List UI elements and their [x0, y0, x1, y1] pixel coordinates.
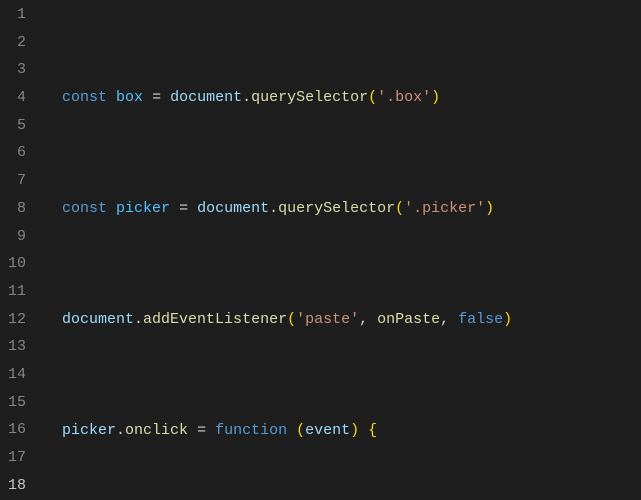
code-line[interactable]: const picker = document.querySelector('.…	[44, 195, 641, 223]
string-literal: '.box'	[377, 89, 431, 106]
fn-queryselector: querySelector	[251, 89, 368, 106]
keyword-const: const	[62, 89, 107, 106]
line-number: 16	[0, 416, 44, 444]
line-number: 14	[0, 361, 44, 389]
line-number: 13	[0, 333, 44, 361]
line-number: 1	[0, 1, 44, 29]
line-number: 18	[0, 472, 44, 500]
keyword-function: function	[215, 422, 287, 439]
code-editor[interactable]: 1 2 3 4 5 6 7 8 9 10 11 12 13 14 15 16 1…	[0, 0, 641, 500]
line-number: 3	[0, 56, 44, 84]
code-line[interactable]: picker.onclick = function (event) {	[44, 417, 641, 445]
line-number: 2	[0, 29, 44, 57]
prop-onclick: onclick	[125, 422, 188, 439]
line-number: 15	[0, 389, 44, 417]
line-number: 5	[0, 112, 44, 140]
line-number: 12	[0, 306, 44, 334]
var-picker: picker	[116, 200, 170, 217]
code-line[interactable]: const box = document.querySelector('.box…	[44, 84, 641, 112]
param-event: event	[305, 422, 350, 439]
line-number: 17	[0, 444, 44, 472]
code-line[interactable]: document.addEventListener('paste', onPas…	[44, 306, 641, 334]
keyword-false: false	[458, 311, 503, 328]
fn-addeventlistener: addEventListener	[143, 311, 287, 328]
line-number: 11	[0, 278, 44, 306]
line-number: 6	[0, 139, 44, 167]
line-number: 7	[0, 167, 44, 195]
line-number: 8	[0, 195, 44, 223]
line-number-gutter: 1 2 3 4 5 6 7 8 9 10 11 12 13 14 15 16 1…	[0, 0, 44, 500]
var-box: box	[116, 89, 143, 106]
code-area[interactable]: const box = document.querySelector('.box…	[44, 0, 641, 500]
line-number: 10	[0, 250, 44, 278]
line-number: 9	[0, 223, 44, 251]
var-document: document	[170, 89, 242, 106]
line-number: 4	[0, 84, 44, 112]
